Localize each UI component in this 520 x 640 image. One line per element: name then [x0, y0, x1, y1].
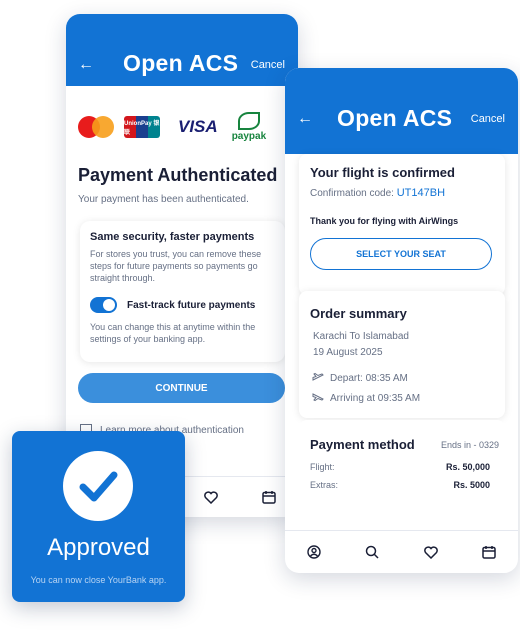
- plane-takeoff-icon: [312, 372, 324, 385]
- search-icon[interactable]: [362, 542, 382, 562]
- header: ← Open ACS Cancel: [66, 14, 298, 86]
- calendar-icon[interactable]: [479, 542, 499, 562]
- paypak-logo: paypak: [232, 112, 266, 142]
- arrow-left-icon[interactable]: ←: [78, 56, 94, 74]
- arrive-line: Arriving at 09:35 AM: [312, 392, 420, 405]
- plane-landing-icon: [312, 392, 324, 405]
- date: 19 August 2025: [313, 347, 383, 358]
- confirmation-label: Confirmation code:: [310, 188, 394, 199]
- calendar-icon[interactable]: [259, 487, 279, 507]
- cancel-button[interactable]: Cancel: [251, 59, 285, 71]
- continue-button[interactable]: CONTINUE: [78, 373, 285, 403]
- heart-icon[interactable]: [421, 542, 441, 562]
- confirmation-value: UT147BH: [396, 187, 446, 199]
- security-title: Same security, faster payments: [90, 231, 255, 243]
- approved-title: Approved: [47, 534, 150, 561]
- flight-value: Rs. 50,000: [445, 462, 490, 472]
- flight-confirmation-card: Your flight is confirmed Confirmation co…: [299, 154, 505, 295]
- visa-logo: VISA: [178, 117, 218, 136]
- confirmation-code: Confirmation code: UT147BH: [310, 187, 445, 199]
- arrow-left-icon[interactable]: ←: [297, 110, 313, 128]
- flight-title: Your flight is confirmed: [310, 165, 455, 180]
- route: Karachi To Islamabad: [313, 331, 409, 342]
- profile-icon[interactable]: [304, 542, 324, 562]
- card-ending: Ends in - 0329: [440, 440, 499, 450]
- auth-subtitle: Your payment has been authenticated.: [78, 194, 249, 205]
- toggle-note: You can change this at anytime within th…: [90, 322, 256, 344]
- unionpay-logo: UnionPay 银联: [124, 116, 160, 138]
- header: ← Open ACS Cancel: [285, 68, 518, 154]
- toggle-label: Fast-track future payments: [127, 300, 256, 311]
- extras-value: Rs. 5000: [453, 480, 490, 490]
- approved-note: You can now close YourBank app.: [30, 575, 167, 585]
- payment-title: Payment method: [310, 437, 415, 452]
- thanks-text: Thank you for flying with AirWings: [310, 216, 459, 226]
- card-brands: UnionPay 银联 VISA paypak: [78, 112, 266, 142]
- order-title: Order summary: [310, 306, 407, 321]
- flight-label: Flight:: [310, 462, 335, 472]
- app-title: Open ACS: [123, 50, 239, 76]
- confirmation-screen: ← Open ACS Cancel Your flight is confirm…: [285, 68, 518, 573]
- check-icon: [63, 451, 133, 521]
- fast-track-toggle[interactable]: [90, 297, 117, 313]
- payment-method-card: Payment method Ends in - 0329 Flight: Rs…: [299, 420, 505, 515]
- mastercard-logo: [78, 115, 114, 139]
- app-title: Open ACS: [337, 105, 453, 131]
- depart-text: Depart: 08:35 AM: [330, 373, 408, 384]
- flight-price-row: Flight: Rs. 50,000: [310, 462, 490, 472]
- cancel-button[interactable]: Cancel: [471, 113, 505, 125]
- security-text: For stores you trust, you can remove the…: [90, 249, 262, 283]
- order-summary-card: Order summary Karachi To Islamabad 19 Au…: [299, 291, 505, 418]
- approved-banner: Approved You can now close YourBank app.: [12, 431, 185, 602]
- heart-icon[interactable]: [201, 487, 221, 507]
- depart-line: Depart: 08:35 AM: [312, 372, 408, 385]
- arrive-text: Arriving at 09:35 AM: [330, 393, 421, 404]
- extras-label: Extras:: [310, 480, 339, 490]
- auth-title: Payment Authenticated: [78, 165, 278, 185]
- select-seat-button[interactable]: SELECT YOUR SEAT: [310, 238, 492, 270]
- security-panel: Same security, faster payments For store…: [80, 221, 285, 362]
- bottom-nav: [285, 530, 518, 573]
- extras-price-row: Extras: Rs. 5000: [310, 480, 490, 490]
